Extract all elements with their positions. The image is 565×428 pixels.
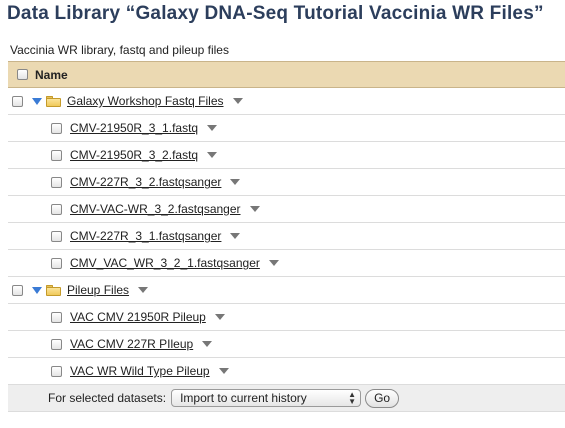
chevron-down-icon[interactable] [249,206,260,212]
dataset-row: CMV-227R_3_1.fastqsanger [8,223,565,250]
library-description: Vaccinia WR library, fastq and pileup fi… [10,43,229,57]
folder-checkbox[interactable] [12,95,23,107]
name-column-header: Name [35,67,68,82]
dataset-link[interactable]: VAC CMV 227R PIleup [70,337,193,351]
dataset-link[interactable]: VAC WR Wild Type Pileup [70,364,210,378]
select-all-checkbox[interactable] [17,69,28,80]
dataset-checkbox[interactable] [51,122,62,134]
expand-triangle-icon[interactable] [32,97,42,105]
dataset-row: VAC WR Wild Type Pileup [8,358,565,385]
dataset-checkbox[interactable] [51,365,62,377]
dataset-link[interactable]: CMV-227R_3_2.fastqsanger [70,175,221,189]
chevron-down-icon[interactable] [138,287,149,293]
expand-triangle-icon[interactable] [32,286,42,294]
chevron-down-icon[interactable] [214,314,225,320]
dataset-link[interactable]: CMV-227R_3_1.fastqsanger [70,229,221,243]
dataset-row: CMV_VAC_WR_3_2_1.fastqsanger [8,250,565,277]
dataset-link[interactable]: CMV-21950R_3_1.fastq [70,121,198,135]
dataset-row: VAC CMV 227R PIleup [8,331,565,358]
table-header: Name [8,61,565,88]
dataset-row: CMV-VAC-WR_3_2.fastqsanger [8,196,565,223]
folder-row: Galaxy Workshop Fastq Files [8,88,565,115]
dataset-link[interactable]: VAC CMV 21950R Pileup [70,310,206,324]
bulk-action-select[interactable]: Import to current history ▲ ▼ [171,389,362,407]
select-arrows-icon: ▲ ▼ [348,390,357,406]
dataset-link[interactable]: CMV-VAC-WR_3_2.fastqsanger [70,202,241,216]
folder-link[interactable]: Pileup Files [67,283,129,297]
folder-link[interactable]: Galaxy Workshop Fastq Files [67,94,224,108]
go-button[interactable]: Go [365,388,400,408]
dataset-row: VAC CMV 21950R Pileup [8,304,565,331]
chevron-down-icon[interactable] [232,98,243,104]
dataset-checkbox[interactable] [51,230,62,242]
dataset-checkbox[interactable] [51,338,62,350]
chevron-down-icon[interactable] [207,152,218,158]
dataset-checkbox[interactable] [51,149,62,161]
dataset-checkbox[interactable] [51,176,62,188]
chevron-down-icon[interactable] [230,179,241,185]
dataset-checkbox[interactable] [51,311,62,323]
bulk-action-bar: For selected datasets: Import to current… [8,385,565,412]
page-title: Data Library “Galaxy DNA-Seq Tutorial Va… [7,3,544,24]
chevron-down-icon[interactable] [202,341,213,347]
dataset-link[interactable]: CMV-21950R_3_2.fastq [70,148,198,162]
folder-icon [46,95,61,107]
chevron-down-icon[interactable] [268,260,279,266]
library-table: Name Galaxy Workshop Fastq Files CMV-219… [8,61,565,412]
dataset-row: CMV-21950R_3_1.fastq [8,115,565,142]
dataset-row: CMV-227R_3_2.fastqsanger [8,169,565,196]
dataset-row: CMV-21950R_3_2.fastq [8,142,565,169]
folder-checkbox[interactable] [12,284,23,296]
folder-icon [46,284,61,296]
dataset-checkbox[interactable] [51,257,62,269]
bulk-action-label: For selected datasets: [48,391,167,405]
chevron-down-icon[interactable] [207,125,218,131]
dataset-link[interactable]: CMV_VAC_WR_3_2_1.fastqsanger [70,256,260,270]
bulk-action-selected-value: Import to current history [180,391,307,405]
chevron-down-icon[interactable] [230,233,241,239]
chevron-down-icon[interactable] [218,368,229,374]
dataset-checkbox[interactable] [51,203,62,215]
folder-row: Pileup Files [8,277,565,304]
